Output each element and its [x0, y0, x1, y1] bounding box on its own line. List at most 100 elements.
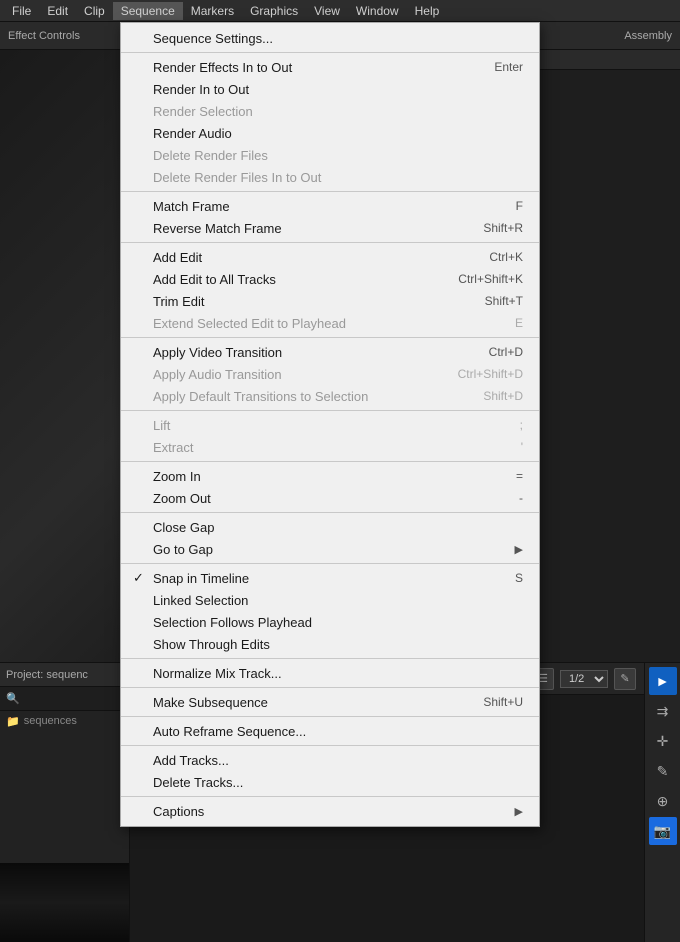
menu-item-apply-audio-transition: Apply Audio TransitionCtrl+Shift+D: [121, 363, 539, 385]
menu-label-render-effects: Render Effects In to Out: [153, 60, 292, 75]
menu-item-close-gap[interactable]: Close Gap: [121, 516, 539, 538]
menu-label-add-edit-all-tracks: Add Edit to All Tracks: [153, 272, 276, 287]
submenu-arrow-go-to-gap: ▶: [515, 543, 523, 556]
menu-item-delete-tracks[interactable]: Delete Tracks...: [121, 771, 539, 793]
menu-separator-34: [121, 658, 539, 659]
menu-item-render-selection: Render Selection: [121, 100, 539, 122]
menu-item-captions[interactable]: Captions ▶: [121, 800, 539, 822]
menu-separator-40: [121, 745, 539, 746]
menu-item-delete-render-files: Delete Render Files: [121, 144, 539, 166]
menu-shortcut-match-frame: F: [496, 199, 523, 213]
menu-item-zoom-in[interactable]: Zoom In=: [121, 465, 539, 487]
menu-item-match-frame[interactable]: Match Frame F: [121, 195, 539, 217]
menu-label-normalize-mix-track: Normalize Mix Track...: [153, 666, 282, 681]
menu-item-normalize-mix-track[interactable]: Normalize Mix Track...: [121, 662, 539, 684]
menu-item-render-effects[interactable]: Render Effects In to Out Enter: [121, 56, 539, 78]
menu-item-render-audio[interactable]: Render Audio: [121, 122, 539, 144]
folder-icon: 📁: [6, 715, 20, 728]
menu-shortcut-extend-selected-edit: E: [495, 316, 523, 330]
menu-item-add-edit-all-tracks[interactable]: Add Edit to All TracksCtrl+Shift+K: [121, 268, 539, 290]
menu-label-make-subsequence: Make Subsequence: [153, 695, 268, 710]
menu-item-go-to-gap[interactable]: Go to Gap▶: [121, 538, 539, 560]
menu-shortcut-extract: ': [501, 440, 523, 454]
menu-shortcut-zoom-in: =: [496, 469, 523, 483]
menu-item-auto-reframe[interactable]: Auto Reframe Sequence...: [121, 720, 539, 742]
menubar-file[interactable]: File: [4, 2, 39, 20]
menubar-view[interactable]: View: [306, 2, 348, 20]
menu-shortcut-trim-edit: Shift+T: [465, 294, 523, 308]
effect-controls-header: Effect Controls: [0, 22, 129, 50]
menu-shortcut-add-edit: Ctrl+K: [469, 250, 523, 264]
pen-tool-button[interactable]: ✎: [649, 757, 677, 785]
menu-label-render-audio: Render Audio: [153, 126, 232, 141]
menu-item-delete-render-files-in-out: Delete Render Files In to Out: [121, 166, 539, 188]
menu-separator-23: [121, 461, 539, 462]
search-icon: 🔍: [6, 692, 20, 705]
camera-tool-button[interactable]: 📷: [649, 817, 677, 845]
menu-item-render-in-out[interactable]: Render In to Out: [121, 78, 539, 100]
submenu-arrow-captions: ▶: [515, 805, 523, 818]
menu-item-extend-selected-edit: Extend Selected Edit to Playhead E: [121, 312, 539, 334]
menu-item-sequence-settings[interactable]: Sequence Settings...: [121, 27, 539, 49]
menu-label-apply-video-transition: Apply Video Transition: [153, 345, 282, 360]
menubar-window[interactable]: Window: [348, 2, 407, 20]
menubar-help[interactable]: Help: [407, 2, 448, 20]
menu-label-captions: Captions: [153, 804, 204, 819]
menu-shortcut-snap-in-timeline: S: [495, 571, 523, 585]
menu-item-linked-selection[interactable]: Linked Selection: [121, 589, 539, 611]
thumbnail-area: [0, 862, 129, 942]
wrench-button[interactable]: ✎: [614, 668, 636, 690]
menu-item-snap-in-timeline[interactable]: ✓Snap in TimelineS: [121, 567, 539, 589]
menu-item-zoom-out[interactable]: Zoom Out-: [121, 487, 539, 509]
select-tool-button[interactable]: ►: [649, 667, 677, 695]
menu-label-delete-tracks: Delete Tracks...: [153, 775, 243, 790]
menu-label-extract: Extract: [153, 440, 193, 455]
project-search-bar: 🔍: [0, 687, 129, 711]
project-list: 📁 sequences: [0, 711, 129, 862]
menu-label-zoom-out: Zoom Out: [153, 491, 211, 506]
menu-separator-11: [121, 242, 539, 243]
menubar-edit[interactable]: Edit: [39, 2, 76, 20]
menu-label-add-edit: Add Edit: [153, 250, 202, 265]
menubar-markers[interactable]: Markers: [183, 2, 242, 20]
menu-label-show-through-edits: Show Through Edits: [153, 637, 270, 652]
menu-label-match-frame: Match Frame: [153, 199, 230, 214]
zoom-select[interactable]: 1/2 Full 1/4: [560, 670, 608, 688]
menu-label-add-tracks: Add Tracks...: [153, 753, 229, 768]
menu-label-reverse-match-frame: Reverse Match Frame: [153, 221, 282, 236]
menu-shortcut-make-subsequence: Shift+U: [463, 695, 523, 709]
menu-shortcut-render-effects: Enter: [474, 60, 523, 74]
menu-item-apply-video-transition[interactable]: Apply Video TransitionCtrl+D: [121, 341, 539, 363]
menu-label-apply-audio-transition: Apply Audio Transition: [153, 367, 282, 382]
snap-tool-button[interactable]: ⊕: [649, 787, 677, 815]
menu-item-selection-follows-playhead[interactable]: Selection Follows Playhead: [121, 611, 539, 633]
menu-item-add-tracks[interactable]: Add Tracks...: [121, 749, 539, 771]
menu-label-delete-render-files-in-out: Delete Render Files In to Out: [153, 170, 321, 185]
menu-separator-38: [121, 716, 539, 717]
thumbnail-image: [0, 863, 129, 942]
menu-label-lift: Lift: [153, 418, 170, 433]
menu-label-sequence-settings: Sequence Settings...: [153, 31, 273, 46]
menu-separator-26: [121, 512, 539, 513]
menu-item-show-through-edits[interactable]: Show Through Edits: [121, 633, 539, 655]
menu-item-extract: Extract ': [121, 436, 539, 458]
menubar-clip[interactable]: Clip: [76, 2, 113, 20]
menubar-graphics[interactable]: Graphics: [242, 2, 306, 20]
menu-item-reverse-match-frame[interactable]: Reverse Match FrameShift+R: [121, 217, 539, 239]
move-tool-button[interactable]: ✛: [649, 727, 677, 755]
menu-item-trim-edit[interactable]: Trim EditShift+T: [121, 290, 539, 312]
menu-item-make-subsequence[interactable]: Make Subsequence Shift+U: [121, 691, 539, 713]
menu-label-extend-selected-edit: Extend Selected Edit to Playhead: [153, 316, 346, 331]
sequence-dropdown-menu: Sequence Settings... Render Effects In to…: [120, 22, 540, 827]
menu-label-render-in-out: Render In to Out: [153, 82, 249, 97]
menu-label-linked-selection: Linked Selection: [153, 593, 248, 608]
menu-separator-16: [121, 337, 539, 338]
project-panel: Project: sequenc 🔍 📁 sequences: [0, 663, 130, 942]
menu-label-render-selection: Render Selection: [153, 104, 253, 119]
menu-separator-20: [121, 410, 539, 411]
project-folder-item[interactable]: 📁 sequences: [0, 711, 129, 731]
menu-item-add-edit[interactable]: Add Edit Ctrl+K: [121, 246, 539, 268]
menu-item-apply-default-transitions: Apply Default Transitions to SelectionSh…: [121, 385, 539, 407]
menubar-sequence[interactable]: Sequence: [113, 2, 183, 20]
track-select-tool-button[interactable]: ⇉: [649, 697, 677, 725]
